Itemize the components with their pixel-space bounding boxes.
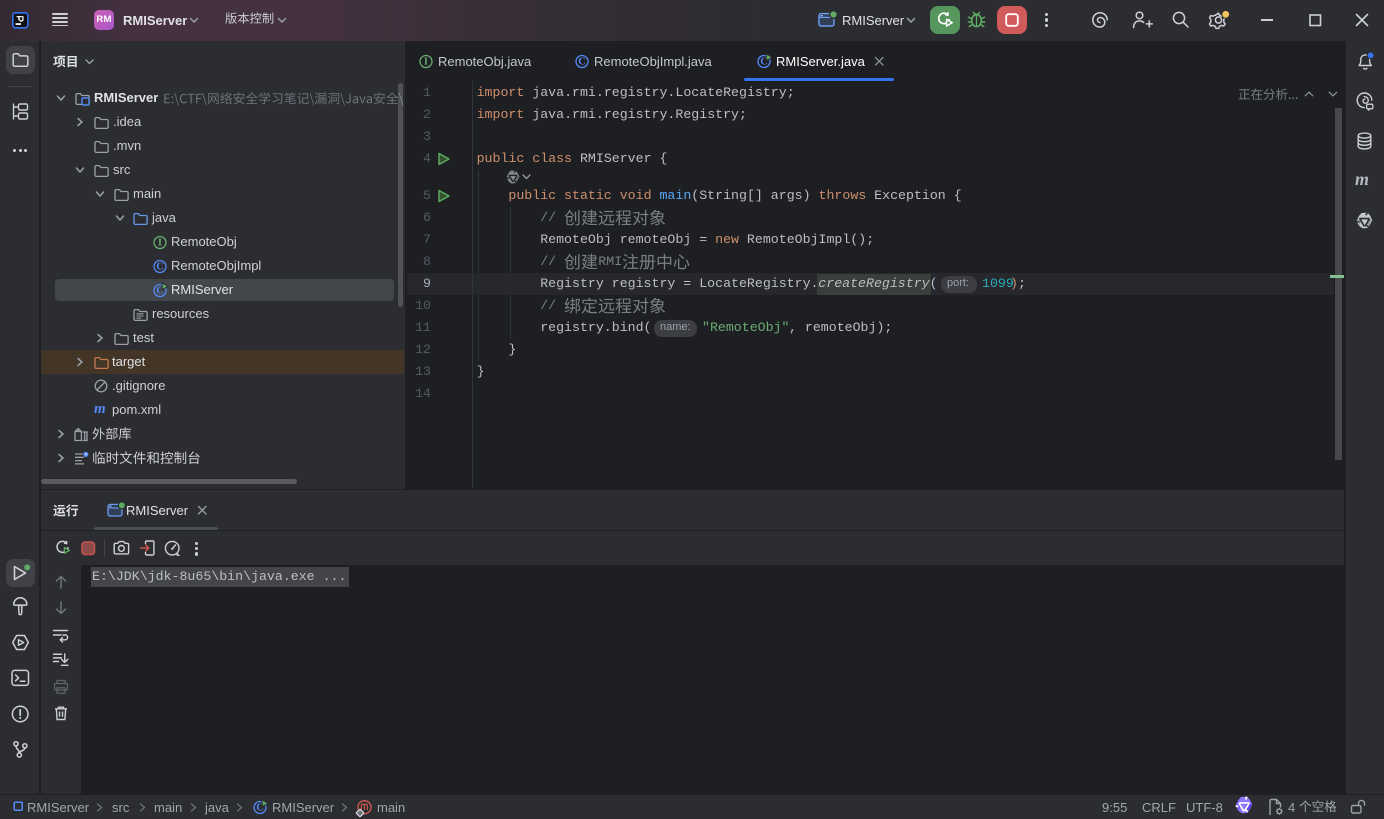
svg-text:C: C	[578, 57, 585, 68]
svg-text:I: I	[158, 238, 162, 249]
svg-text:C: C	[156, 262, 163, 273]
svg-text:I: I	[424, 57, 428, 68]
